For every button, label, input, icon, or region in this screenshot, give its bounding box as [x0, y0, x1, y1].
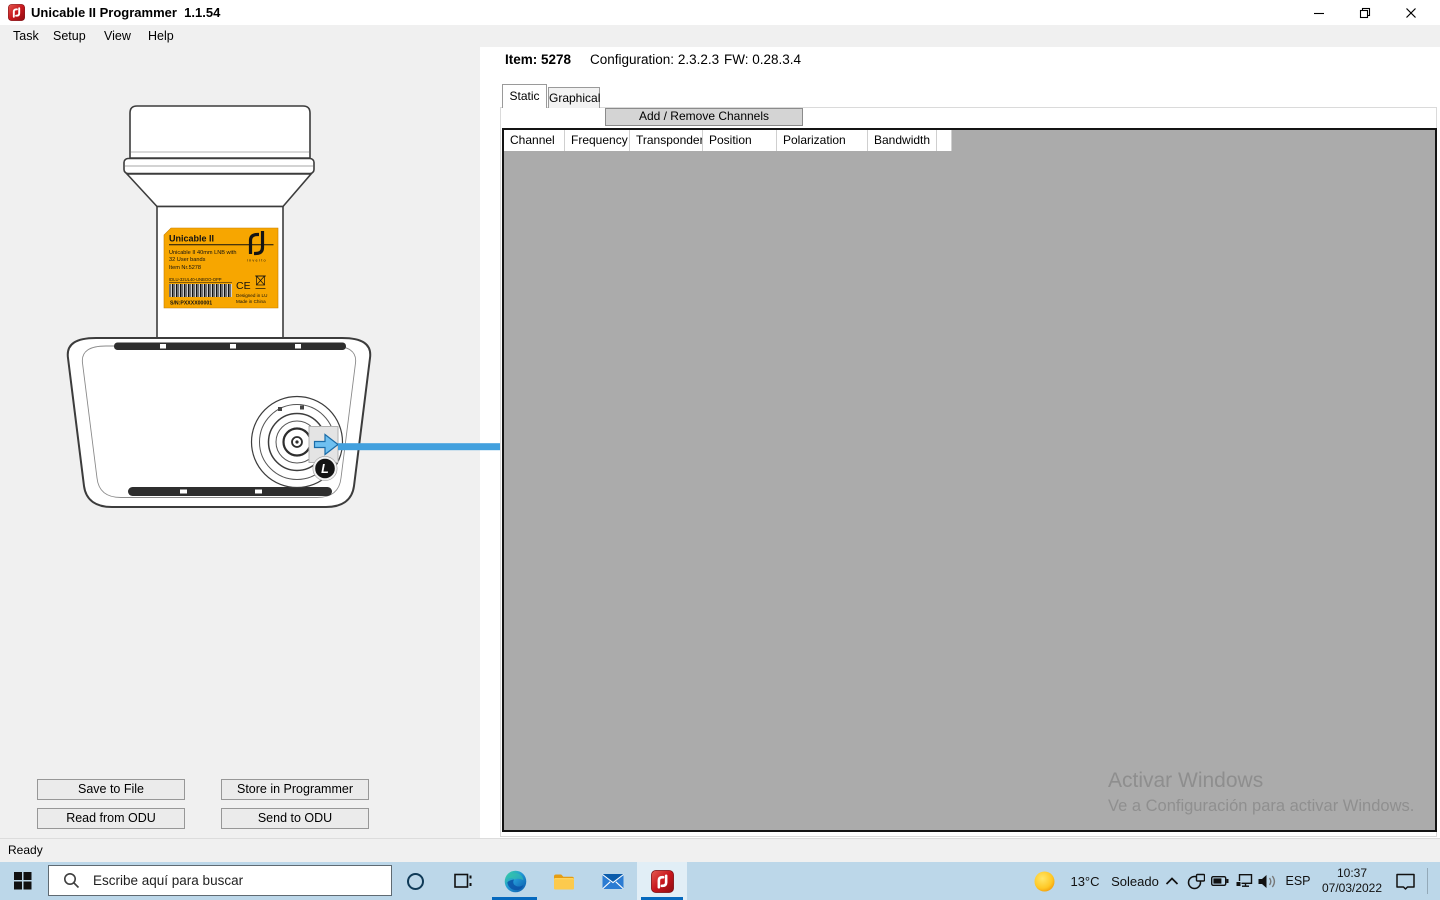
title-bar: Unicable II Programmer 1.1.54 — [0, 0, 1440, 25]
network-icon — [1236, 874, 1253, 888]
unicable-app-taskbar-button[interactable] — [645, 869, 679, 893]
edge-taskbar-button[interactable] — [498, 869, 532, 893]
column-header-polarization[interactable]: Polarization — [777, 130, 868, 151]
firmware-value: 0.28.3.4 — [752, 52, 801, 67]
folder-icon — [553, 871, 575, 891]
weather-tray-button[interactable] — [1032, 870, 1056, 892]
weather-temperature[interactable]: 13°C — [1060, 862, 1110, 900]
clock-date: 07/03/2022 — [1313, 881, 1391, 896]
edge-icon — [504, 870, 527, 893]
task-view-button[interactable] — [450, 870, 476, 892]
mail-taskbar-button[interactable] — [596, 869, 630, 893]
save-to-file-button[interactable]: Save to File — [37, 779, 185, 800]
close-button[interactable] — [1388, 0, 1434, 25]
label-product-code: IDLU-32UL40-UNBOO-OPP — [169, 277, 222, 282]
action-center-icon — [1396, 873, 1416, 891]
taskbar: Escribe aquí para buscar — [0, 862, 1440, 900]
column-header-frequency[interactable]: Frequency — [565, 130, 630, 151]
clock[interactable]: 10:37 07/03/2022 — [1313, 866, 1391, 896]
menu-view[interactable]: View — [104, 25, 131, 47]
language-indicator[interactable]: ESP — [1283, 862, 1313, 900]
lnb-illustration: Unicable II Unicable II 40mm LNB with 32… — [0, 90, 510, 520]
firmware-header: FW: 0.28.3.4 — [724, 52, 801, 67]
label-origin-1: Designed in LU — [236, 293, 267, 298]
cortana-icon — [407, 873, 424, 890]
label-desc-2: 32 User bands — [169, 257, 206, 263]
channel-table: Channel Frequency Transponder Position P… — [502, 128, 1437, 832]
port-badge-letter: L — [321, 462, 329, 476]
battery-tray-button[interactable] — [1210, 873, 1230, 889]
meet-now-tray-button[interactable] — [1186, 871, 1206, 891]
column-header-bandwidth[interactable]: Bandwidth — [868, 130, 937, 151]
menu-bar: Task Setup View Help — [0, 25, 1440, 47]
configuration-value: 2.3.2.3 — [678, 52, 719, 67]
taskbar-search[interactable]: Escribe aquí para buscar — [48, 865, 392, 896]
read-from-odu-button[interactable]: Read from ODU — [37, 808, 185, 829]
add-remove-channels-button[interactable]: Add / Remove Channels — [605, 108, 803, 126]
label-title: Unicable II — [169, 234, 214, 244]
channel-table-header: Channel Frequency Transponder Position P… — [504, 130, 952, 151]
weather-condition[interactable]: Soleado — [1104, 862, 1166, 900]
search-icon — [63, 872, 80, 889]
status-text: Ready — [8, 839, 43, 862]
cortana-button[interactable] — [402, 870, 428, 892]
product-label: Unicable II Unicable II 40mm LNB with 32… — [164, 228, 278, 308]
restore-icon — [1359, 7, 1371, 19]
tab-graphical[interactable]: Graphical — [548, 87, 600, 108]
label-item-nr: Item Nr.5278 — [169, 265, 201, 271]
network-tray-button[interactable] — [1234, 873, 1254, 889]
task-view-icon — [454, 872, 473, 890]
tray-separator — [1427, 868, 1428, 894]
windows-logo-icon — [14, 872, 32, 890]
chevron-up-icon — [1165, 876, 1179, 887]
tab-static[interactable]: Static — [502, 84, 547, 108]
configuration-header: Configuration: 2.3.2.3 — [590, 52, 719, 67]
column-header-transponder[interactable]: Transponder — [630, 130, 703, 151]
column-header-position[interactable]: Position — [703, 130, 777, 151]
barcode — [169, 284, 232, 297]
mail-icon — [602, 871, 624, 892]
label-serial: S/N:PXXXX00001 — [170, 301, 212, 307]
label-brand: inverto — [247, 259, 267, 263]
volume-tray-button[interactable] — [1256, 872, 1278, 890]
file-explorer-taskbar-button[interactable] — [547, 869, 581, 893]
item-label: Item: — [505, 52, 541, 67]
menu-help[interactable]: Help — [148, 25, 174, 47]
label-desc-1: Unicable II 40mm LNB with — [169, 250, 236, 256]
window-title: Unicable II Programmer 1.1.54 — [31, 0, 220, 25]
speaker-icon — [1258, 874, 1277, 889]
activate-windows-watermark: Activar Windows — [1108, 769, 1263, 793]
menu-task[interactable]: Task — [13, 25, 39, 47]
action-center-button[interactable] — [1394, 872, 1418, 892]
start-button[interactable] — [10, 870, 36, 892]
store-in-programmer-button[interactable]: Store in Programmer — [221, 779, 369, 800]
search-placeholder: Escribe aquí para buscar — [93, 866, 243, 895]
clock-time: 10:37 — [1313, 866, 1391, 881]
sun-icon — [1034, 871, 1055, 892]
status-bar: Ready — [0, 838, 1440, 862]
menu-setup[interactable]: Setup — [53, 25, 86, 47]
app-window: Unicable II Programmer 1.1.54 Task Setup… — [0, 0, 1440, 900]
connection-line — [338, 443, 500, 450]
close-icon — [1405, 7, 1417, 19]
meet-now-icon — [1187, 872, 1205, 890]
activate-windows-watermark-sub: Ve a Configuración para activar Windows. — [1108, 797, 1414, 816]
item-value: 5278 — [541, 52, 571, 67]
column-header-stub — [937, 130, 952, 151]
battery-icon — [1211, 874, 1229, 888]
minimize-icon — [1313, 7, 1325, 19]
item-header: Item: 5278 — [505, 52, 571, 67]
unicable-app-icon — [651, 870, 674, 893]
restore-button[interactable] — [1342, 0, 1388, 25]
minimize-button[interactable] — [1296, 0, 1342, 25]
ce-mark: CE — [236, 280, 251, 292]
label-origin-2: Made in China — [236, 299, 266, 304]
hidden-icons-button[interactable] — [1163, 874, 1181, 888]
send-to-odu-button[interactable]: Send to ODU — [221, 808, 369, 829]
column-header-channel[interactable]: Channel — [504, 130, 565, 151]
app-logo-icon — [8, 4, 25, 21]
